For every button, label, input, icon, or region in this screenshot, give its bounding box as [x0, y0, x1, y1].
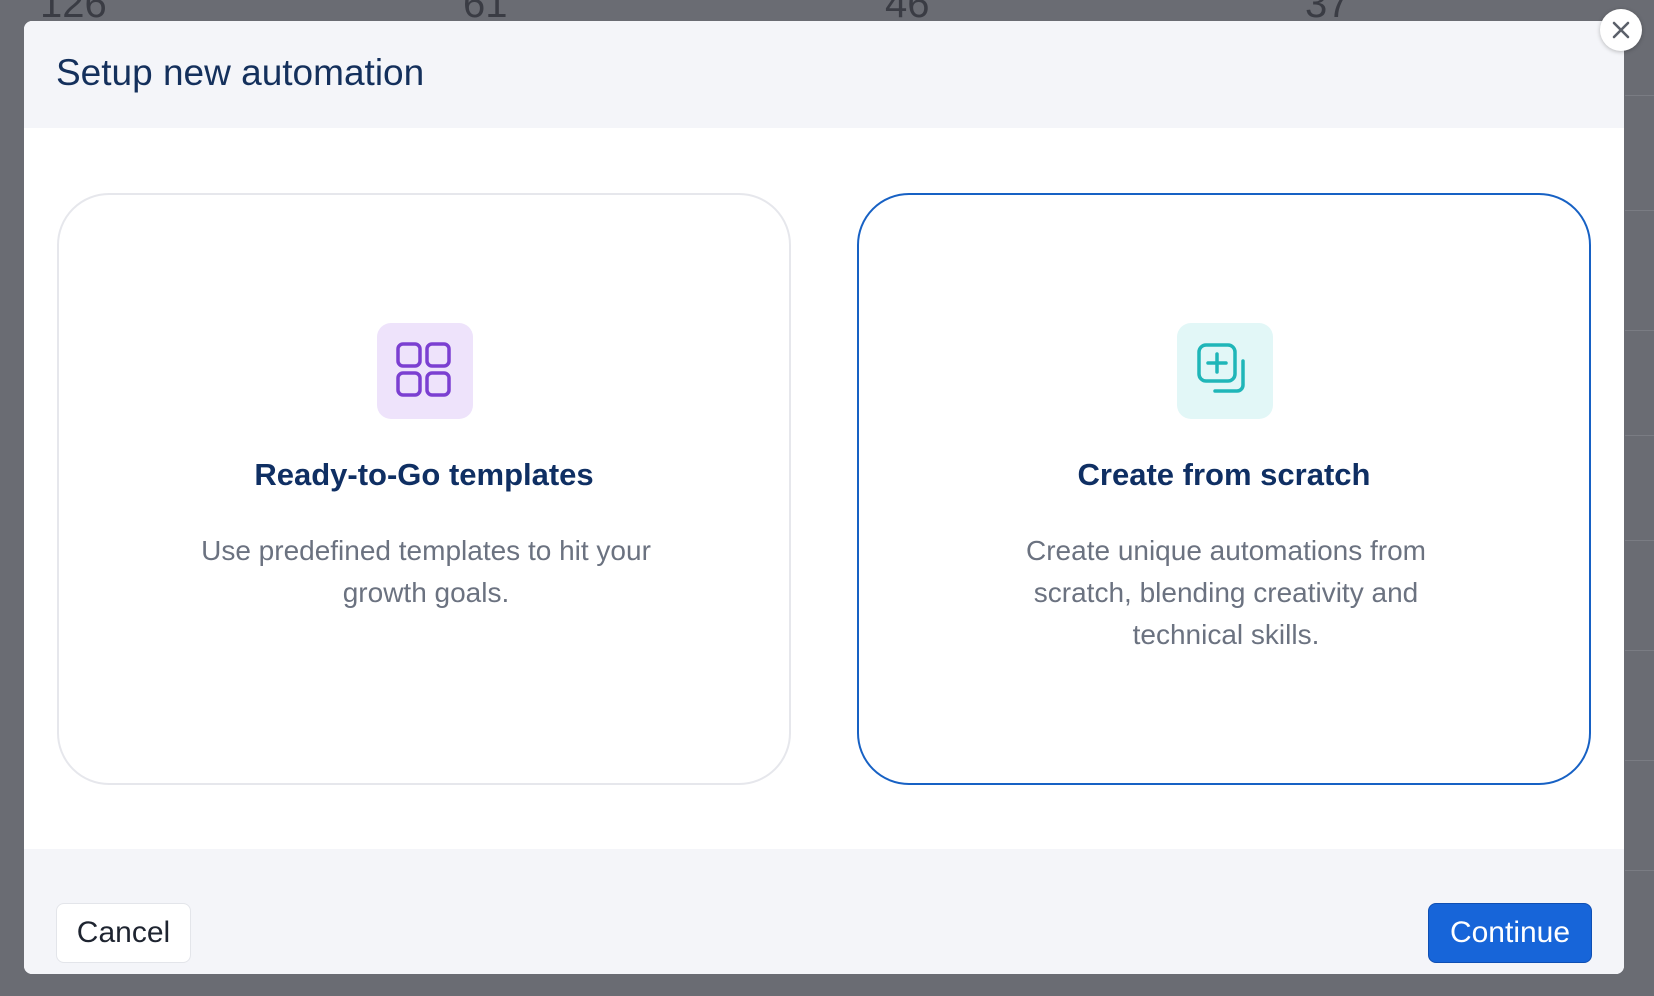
background-divider	[1625, 435, 1654, 436]
option-description: Use predefined templates to hit your gro…	[201, 535, 651, 608]
option-title: Ready-to-Go templates	[254, 457, 594, 492]
close-button[interactable]	[1600, 9, 1642, 51]
option-title: Create from scratch	[1077, 457, 1371, 492]
option-description: Create unique automations from scratch, …	[1026, 535, 1426, 650]
modal-header: Setup new automation	[24, 21, 1624, 128]
background-divider	[1625, 650, 1654, 651]
modal-title: Setup new automation	[56, 52, 425, 93]
modal-footer: Cancel Continue	[24, 849, 1624, 974]
cancel-button[interactable]: Cancel	[56, 903, 191, 963]
continue-button[interactable]: Continue	[1428, 903, 1592, 963]
background-stats-row: 126 61 46 37	[0, 0, 1654, 26]
background-divider	[1625, 210, 1654, 211]
background-divider	[1625, 95, 1654, 96]
add-copy-icon	[1177, 323, 1273, 419]
option-card-templates[interactable]: Ready-to-Go templates Use predefined tem…	[57, 193, 791, 785]
background-divider	[1625, 330, 1654, 331]
background-divider	[1625, 760, 1654, 761]
setup-automation-modal: Setup new automation Ready-to-Go templat…	[24, 21, 1624, 974]
background-divider	[1625, 540, 1654, 541]
option-card-scratch[interactable]: Create from scratch Create unique automa…	[857, 193, 1591, 785]
grid-icon	[377, 323, 473, 419]
background-divider	[1625, 870, 1654, 871]
close-icon	[1612, 21, 1630, 39]
